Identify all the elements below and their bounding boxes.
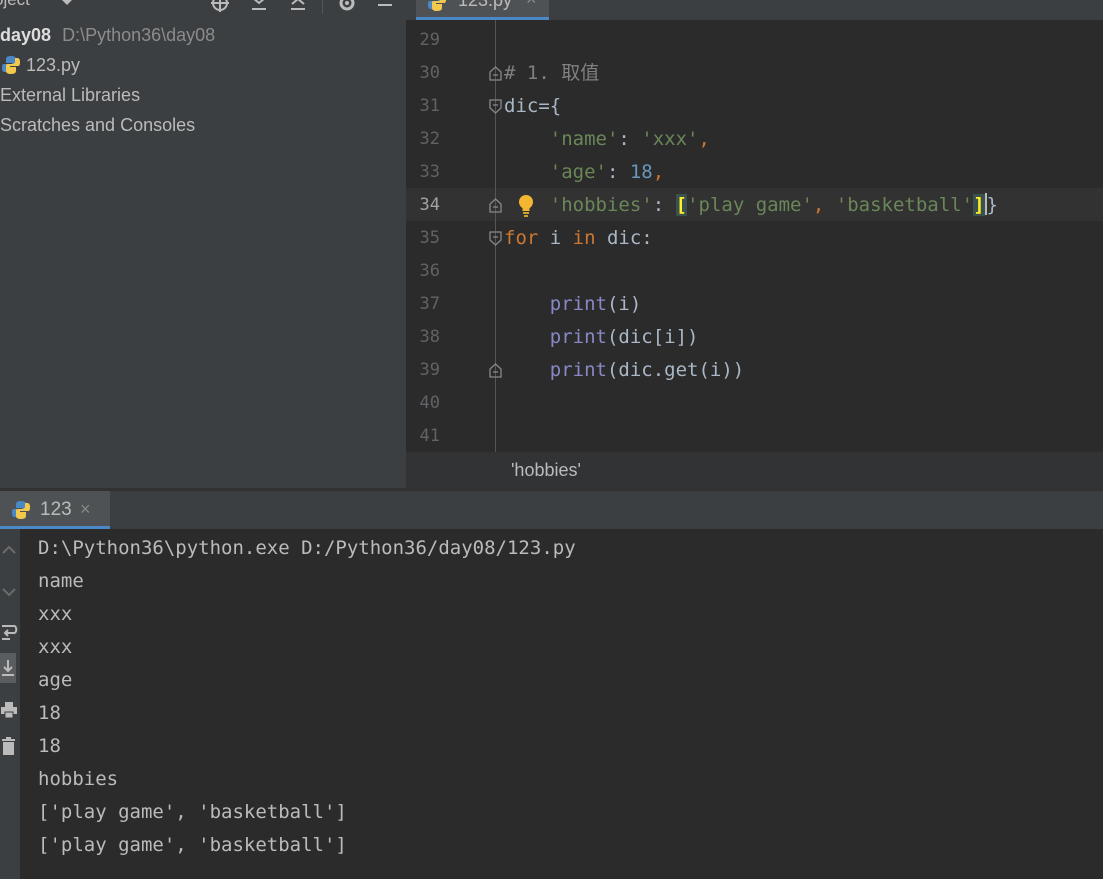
code-line-current: 34 'hobbies': ['play game', 'basketball'… bbox=[406, 189, 1103, 222]
tab-close-icon[interactable]: × bbox=[526, 0, 537, 10]
run-tool-window-header: 123 × bbox=[0, 491, 1103, 529]
tree-root-path: D:\Python36\day08 bbox=[62, 25, 216, 45]
print-icon[interactable] bbox=[0, 699, 18, 721]
toolbar-divider bbox=[322, 0, 323, 14]
up-arrow-icon[interactable] bbox=[0, 539, 18, 561]
tree-item-external-libraries[interactable]: External Libraries bbox=[0, 80, 140, 110]
line-number: 38 bbox=[419, 327, 440, 347]
code-line: 32 'name': 'xxx', bbox=[406, 123, 1103, 156]
tree-item-scratches[interactable]: Scratches and Consoles bbox=[0, 110, 195, 140]
expand-all-icon[interactable] bbox=[248, 0, 270, 14]
project-panel: oject day08 D:\Python36\day08 123.py Ext… bbox=[0, 0, 406, 490]
code-text: print(dic[i]) bbox=[549, 326, 699, 348]
run-console-output[interactable]: D:\Python36\python.exe D:/Python36/day08… bbox=[20, 529, 1103, 879]
soft-wrap-icon[interactable] bbox=[0, 621, 18, 643]
line-number: 37 bbox=[419, 294, 440, 314]
line-number: 33 bbox=[419, 162, 440, 182]
code-text: 'age': 18, bbox=[549, 161, 665, 183]
console-line: ['play game', 'basketball'] bbox=[38, 834, 347, 856]
console-line: name bbox=[38, 570, 84, 592]
console-line: hobbies bbox=[38, 768, 119, 790]
scroll-to-end-icon[interactable] bbox=[0, 657, 18, 679]
line-number: 36 bbox=[419, 261, 440, 281]
run-toolbar bbox=[0, 529, 20, 879]
project-title: oject bbox=[0, 0, 30, 10]
tree-item-123-py[interactable]: 123.py bbox=[0, 50, 80, 80]
python-file-icon bbox=[428, 0, 446, 11]
fold-marker-icon[interactable] bbox=[489, 231, 502, 246]
collapse-all-icon[interactable] bbox=[287, 0, 309, 14]
code-line: 29 bbox=[406, 24, 1103, 57]
code-text: 'hobbies': ['play game', 'basketball']} bbox=[549, 193, 998, 216]
code-text: print(i) bbox=[549, 293, 642, 315]
code-line: 35 for i in dic: bbox=[406, 222, 1103, 255]
code-text: print(dic.get(i)) bbox=[549, 359, 745, 381]
console-line: xxx bbox=[38, 603, 73, 625]
run-tab-label: 123 bbox=[40, 499, 72, 520]
gear-icon[interactable] bbox=[336, 0, 358, 14]
console-line: ['play game', 'basketball'] bbox=[38, 801, 347, 823]
editor-tab-bar: 123.py × bbox=[406, 0, 1103, 20]
python-run-icon bbox=[12, 501, 30, 519]
fold-marker-icon[interactable] bbox=[489, 363, 502, 378]
line-number: 41 bbox=[419, 426, 440, 446]
console-line: D:\Python36\python.exe D:/Python36/day08… bbox=[38, 537, 576, 559]
code-line: 41 bbox=[406, 420, 1103, 452]
line-number: 32 bbox=[419, 129, 440, 149]
code-line: 37 print(i) bbox=[406, 288, 1103, 321]
tree-scratches-label: Scratches and Consoles bbox=[0, 115, 196, 135]
line-number: 29 bbox=[419, 30, 440, 50]
console-line: xxx bbox=[38, 636, 73, 658]
line-number: 31 bbox=[419, 96, 440, 116]
tree-root-name: day08 bbox=[0, 25, 52, 45]
code-line: 38 print(dic[i]) bbox=[406, 321, 1103, 354]
console-line: 18 bbox=[38, 702, 61, 724]
tree-root-day08[interactable]: day08 D:\Python36\day08 bbox=[0, 20, 215, 50]
line-number: 30 bbox=[419, 63, 440, 83]
down-arrow-icon[interactable] bbox=[0, 581, 18, 603]
tab-label: 123.py bbox=[458, 0, 513, 10]
code-text: for i in dic: bbox=[504, 227, 653, 249]
breadcrumb-item[interactable]: 'hobbies' bbox=[511, 460, 581, 481]
code-line: 33 'age': 18, bbox=[406, 156, 1103, 189]
tab-123-py[interactable]: 123.py × bbox=[416, 0, 549, 20]
run-tab-123[interactable]: 123 × bbox=[0, 491, 110, 529]
line-number: 39 bbox=[419, 360, 440, 380]
trash-icon[interactable] bbox=[0, 735, 18, 757]
fold-marker-icon[interactable] bbox=[489, 198, 502, 213]
code-line: 36 bbox=[406, 255, 1103, 288]
fold-marker-icon[interactable] bbox=[489, 99, 502, 114]
code-editor[interactable]: 29 30 # 1. 取值 31 dic={ 32 'name': 'xxx',… bbox=[406, 20, 1103, 452]
python-file-icon bbox=[2, 56, 20, 74]
minimize-icon[interactable] bbox=[374, 0, 396, 14]
code-text: # 1. 取值 bbox=[504, 62, 600, 84]
console-line: age bbox=[38, 669, 73, 691]
console-line: 18 bbox=[38, 735, 61, 757]
line-number: 35 bbox=[419, 228, 440, 248]
project-toolbar: oject bbox=[0, 0, 406, 20]
run-tab-close-icon[interactable]: × bbox=[80, 499, 91, 520]
code-line: 31 dic={ bbox=[406, 90, 1103, 123]
line-number: 34 bbox=[419, 195, 440, 215]
code-line: 40 bbox=[406, 387, 1103, 420]
code-text: 'name': 'xxx', bbox=[549, 128, 710, 150]
breadcrumb: 'hobbies' bbox=[406, 452, 1103, 488]
tree-external-libraries-label: External Libraries bbox=[0, 85, 141, 105]
fold-marker-icon[interactable] bbox=[489, 66, 502, 81]
dropdown-arrow-icon[interactable] bbox=[56, 0, 78, 14]
code-text: dic={ bbox=[504, 95, 562, 117]
code-line: 39 print(dic.get(i)) bbox=[406, 354, 1103, 387]
line-number: 40 bbox=[419, 393, 440, 413]
code-line: 30 # 1. 取值 bbox=[406, 57, 1103, 90]
locate-icon[interactable] bbox=[209, 0, 231, 14]
tree-file-label: 123.py bbox=[26, 55, 81, 75]
